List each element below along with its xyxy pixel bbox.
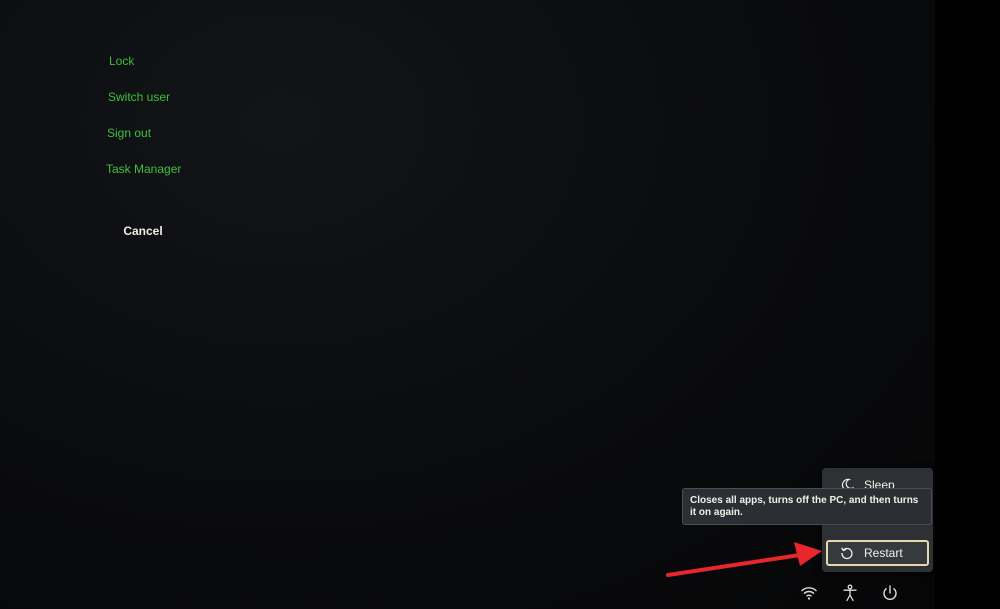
screen-edge: [935, 0, 1000, 609]
restart-label: Restart: [864, 546, 903, 560]
annotation-arrow: [666, 542, 822, 577]
cancel-button[interactable]: Cancel: [110, 218, 176, 244]
switch-user-option[interactable]: Switch user: [108, 90, 170, 104]
restart-option[interactable]: Restart: [826, 540, 929, 566]
lock-option[interactable]: Lock: [109, 54, 134, 68]
task-manager-option[interactable]: Task Manager: [106, 162, 181, 176]
restart-tooltip: Closes all apps, turns off the PC, and t…: [682, 488, 932, 525]
sign-out-option[interactable]: Sign out: [107, 126, 151, 140]
wifi-icon[interactable]: [798, 582, 820, 604]
accessibility-icon[interactable]: [839, 582, 861, 604]
restart-icon: [838, 544, 856, 562]
power-icon[interactable]: [879, 582, 901, 604]
sign-in-screen: Lock Switch user Sign out Task Manager C…: [0, 0, 935, 609]
